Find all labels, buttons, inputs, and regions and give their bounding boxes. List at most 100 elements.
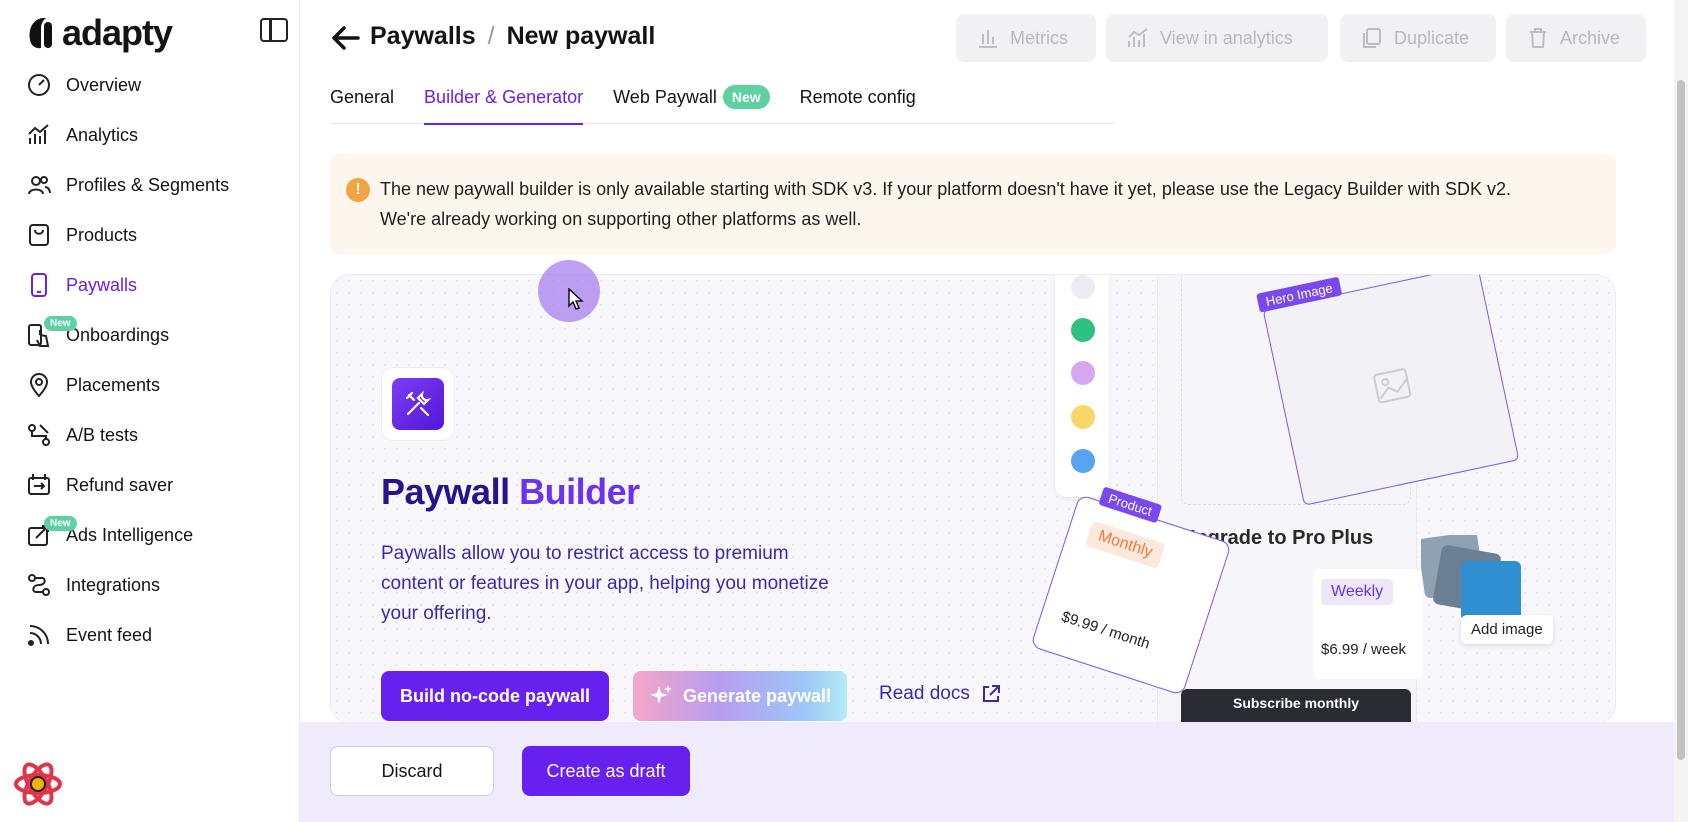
mouse-pointer-icon [568,288,584,310]
sidebar-item-products[interactable]: Products [0,210,300,260]
sidebar-item-onboardings[interactable]: New Onboardings [0,310,300,360]
back-arrow-icon[interactable] [330,22,362,54]
sidebar-item-ads-intelligence[interactable]: New Ads Intelligence [0,510,300,560]
color-swatch[interactable] [1071,405,1095,429]
copy-icon [1363,28,1381,48]
read-docs-label: Read docs [879,683,970,704]
brand-name: adapty [62,12,173,53]
app-window: adapty Overview Analytics Profiles & Seg… [0,0,1688,822]
weekly-price: $6.99 / week [1321,641,1407,658]
tab-remote-config[interactable]: Remote config [800,78,916,124]
trend-chart-icon [1128,28,1148,47]
bag-icon [26,222,52,248]
weekly-product-card: Weekly $6.99 / week [1313,569,1423,679]
tab-general[interactable]: General [330,78,394,124]
sidebar-nav: Overview Analytics Profiles & Segments P… [0,60,300,660]
sidebar-item-label: Placements [66,374,161,395]
color-swatch[interactable] [1071,449,1095,473]
view-in-analytics-button[interactable]: View in analytics [1106,14,1328,62]
sidebar-item-label: Profiles & Segments [66,174,230,195]
sparkle-icon [649,685,672,704]
refund-icon [26,472,52,498]
phone-icon [26,272,52,298]
sidebar-item-analytics[interactable]: Analytics [0,110,300,160]
product-tag: Product [1098,486,1163,524]
chart-icon [26,122,52,148]
users-icon [26,172,52,198]
generate-label: Generate paywall [682,685,832,706]
sidebar-item-label: Ads Intelligence [66,524,194,545]
sidebar-item-label: A/B tests [66,424,139,445]
pin-icon [26,372,52,398]
gauge-icon [26,72,52,98]
alert-line-2: We're already working on supporting othe… [380,209,862,229]
title-part-2: Builder [519,471,640,512]
sidebar-item-ab-tests[interactable]: A/B tests [0,410,300,460]
sidebar-item-label: Event feed [66,624,153,645]
add-image-tooltip: Add image [1461,615,1553,644]
sidebar-item-label: Analytics [66,124,139,145]
tab-label: Builder & Generator [424,86,584,107]
duplicate-label: Duplicate [1394,27,1470,48]
color-swatch[interactable] [1071,318,1095,342]
sidebar-item-integrations[interactable]: Integrations [0,560,300,610]
sidebar-item-refund-saver[interactable]: Refund saver [0,460,300,510]
external-link-icon [982,685,1000,702]
tab-bar: General Builder & Generator Web Paywall … [330,78,1115,125]
title-part-1: Paywall [381,471,510,512]
sidebar-toggle-icon[interactable] [260,18,288,42]
tools-icon [392,378,444,430]
react-logo-icon[interactable] [12,758,64,810]
builder-title: Paywall Builder [381,471,640,513]
breadcrumb-paywalls[interactable]: Paywalls [370,22,476,51]
sidebar-item-label: Refund saver [66,474,174,495]
archive-button[interactable]: Archive [1506,14,1646,62]
color-swatch[interactable] [1071,275,1095,299]
sidebar-item-label: Integrations [66,574,161,595]
integrations-icon [26,572,52,598]
tab-web-paywall[interactable]: Web Paywall New [613,78,770,124]
metrics-label: Metrics [1010,27,1068,48]
sidebar-item-label: Onboardings [66,324,170,345]
sidebar-item-label: Products [66,224,138,245]
metrics-button[interactable]: Metrics [956,14,1096,62]
build-no-code-paywall-button[interactable]: Build no-code paywall [381,671,609,721]
sidebar-item-paywalls[interactable]: Paywalls [0,260,300,310]
bar-chart-icon [979,30,997,48]
page-title: New paywall [506,22,656,50]
builder-description: Paywalls allow you to restrict access to… [381,543,829,624]
color-swatch[interactable] [1071,361,1095,385]
analytics-label: View in analytics [1160,27,1293,48]
ab-icon [26,422,52,448]
new-badge: New [44,516,77,531]
warning-icon: ! [346,178,370,202]
brand-logo[interactable]: adapty [26,12,173,54]
tab-builder-generator[interactable]: Builder & Generator [424,78,584,125]
sidebar-item-event-feed[interactable]: Event feed [0,610,300,660]
page-scrollbar[interactable] [1674,0,1688,822]
sidebar-item-overview[interactable]: Overview [0,60,300,110]
monthly-price: $9.99 / month [1059,608,1152,653]
tab-label: General [330,86,395,107]
weekly-label: Weekly [1321,579,1394,605]
tab-label: Remote config [799,86,916,107]
discard-button[interactable]: Discard [330,746,494,796]
alert-line-1: The new paywall builder is only availabl… [380,179,1512,199]
sidebar-item-profiles[interactable]: Profiles & Segments [0,160,300,210]
sidebar-item-placements[interactable]: Placements [0,360,300,410]
sidebar: adapty Overview Analytics Profiles & Seg… [0,0,300,822]
monthly-label: Monthly [1085,520,1166,569]
duplicate-button[interactable]: Duplicate [1340,14,1496,62]
create-as-draft-button[interactable]: Create as draft [522,746,690,796]
hero-image-placeholder: Hero Image [1256,275,1520,506]
new-badge: New [44,316,77,331]
scrollbar-thumb[interactable] [1677,80,1685,760]
breadcrumb: Paywalls / New paywall [370,22,655,51]
sidebar-item-label: Overview [66,74,142,95]
read-docs-link[interactable]: Read docs [879,683,1002,705]
builder-icon-frame [381,367,455,441]
subscribe-button-preview: Subscribe monthly [1181,689,1411,723]
generate-paywall-button[interactable]: Generate paywall [633,671,847,721]
breadcrumb-separator: / [487,22,495,50]
adapty-logo-icon [29,18,52,49]
